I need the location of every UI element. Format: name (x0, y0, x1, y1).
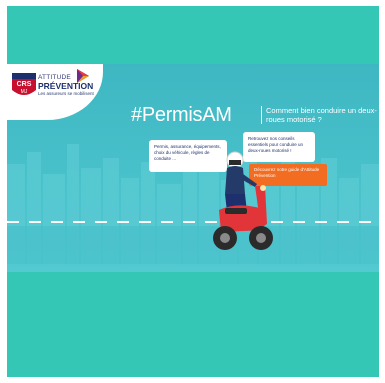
scooter-rider-illustration (213, 151, 273, 250)
crs-shield-icon: CRS MJ (12, 73, 36, 95)
logo-tagline: Les assureurs se mobilisent (38, 91, 94, 96)
road-dashed-line (7, 221, 379, 223)
image-frame: CRS MJ ATTITUDE PRÉVENTION Les assureurs… (7, 6, 379, 377)
logo-text: ATTITUDE PRÉVENTION Les assureurs se mob… (38, 74, 102, 97)
banner: CRS MJ ATTITUDE PRÉVENTION Les assureurs… (7, 64, 379, 272)
svg-text:CRS: CRS (17, 81, 32, 88)
hashtag-title: #PermisAM (131, 104, 232, 126)
svg-text:MJ: MJ (21, 89, 28, 95)
headline-subtitle: Comment bien conduire un deux-roues moto… (261, 106, 379, 124)
logo-attitude: ATTITUDE (38, 74, 71, 81)
attitude-prevention-logo: CRS MJ ATTITUDE PRÉVENTION Les assureurs… (7, 64, 103, 120)
logo-prevention: PRÉVENTION (38, 81, 94, 91)
